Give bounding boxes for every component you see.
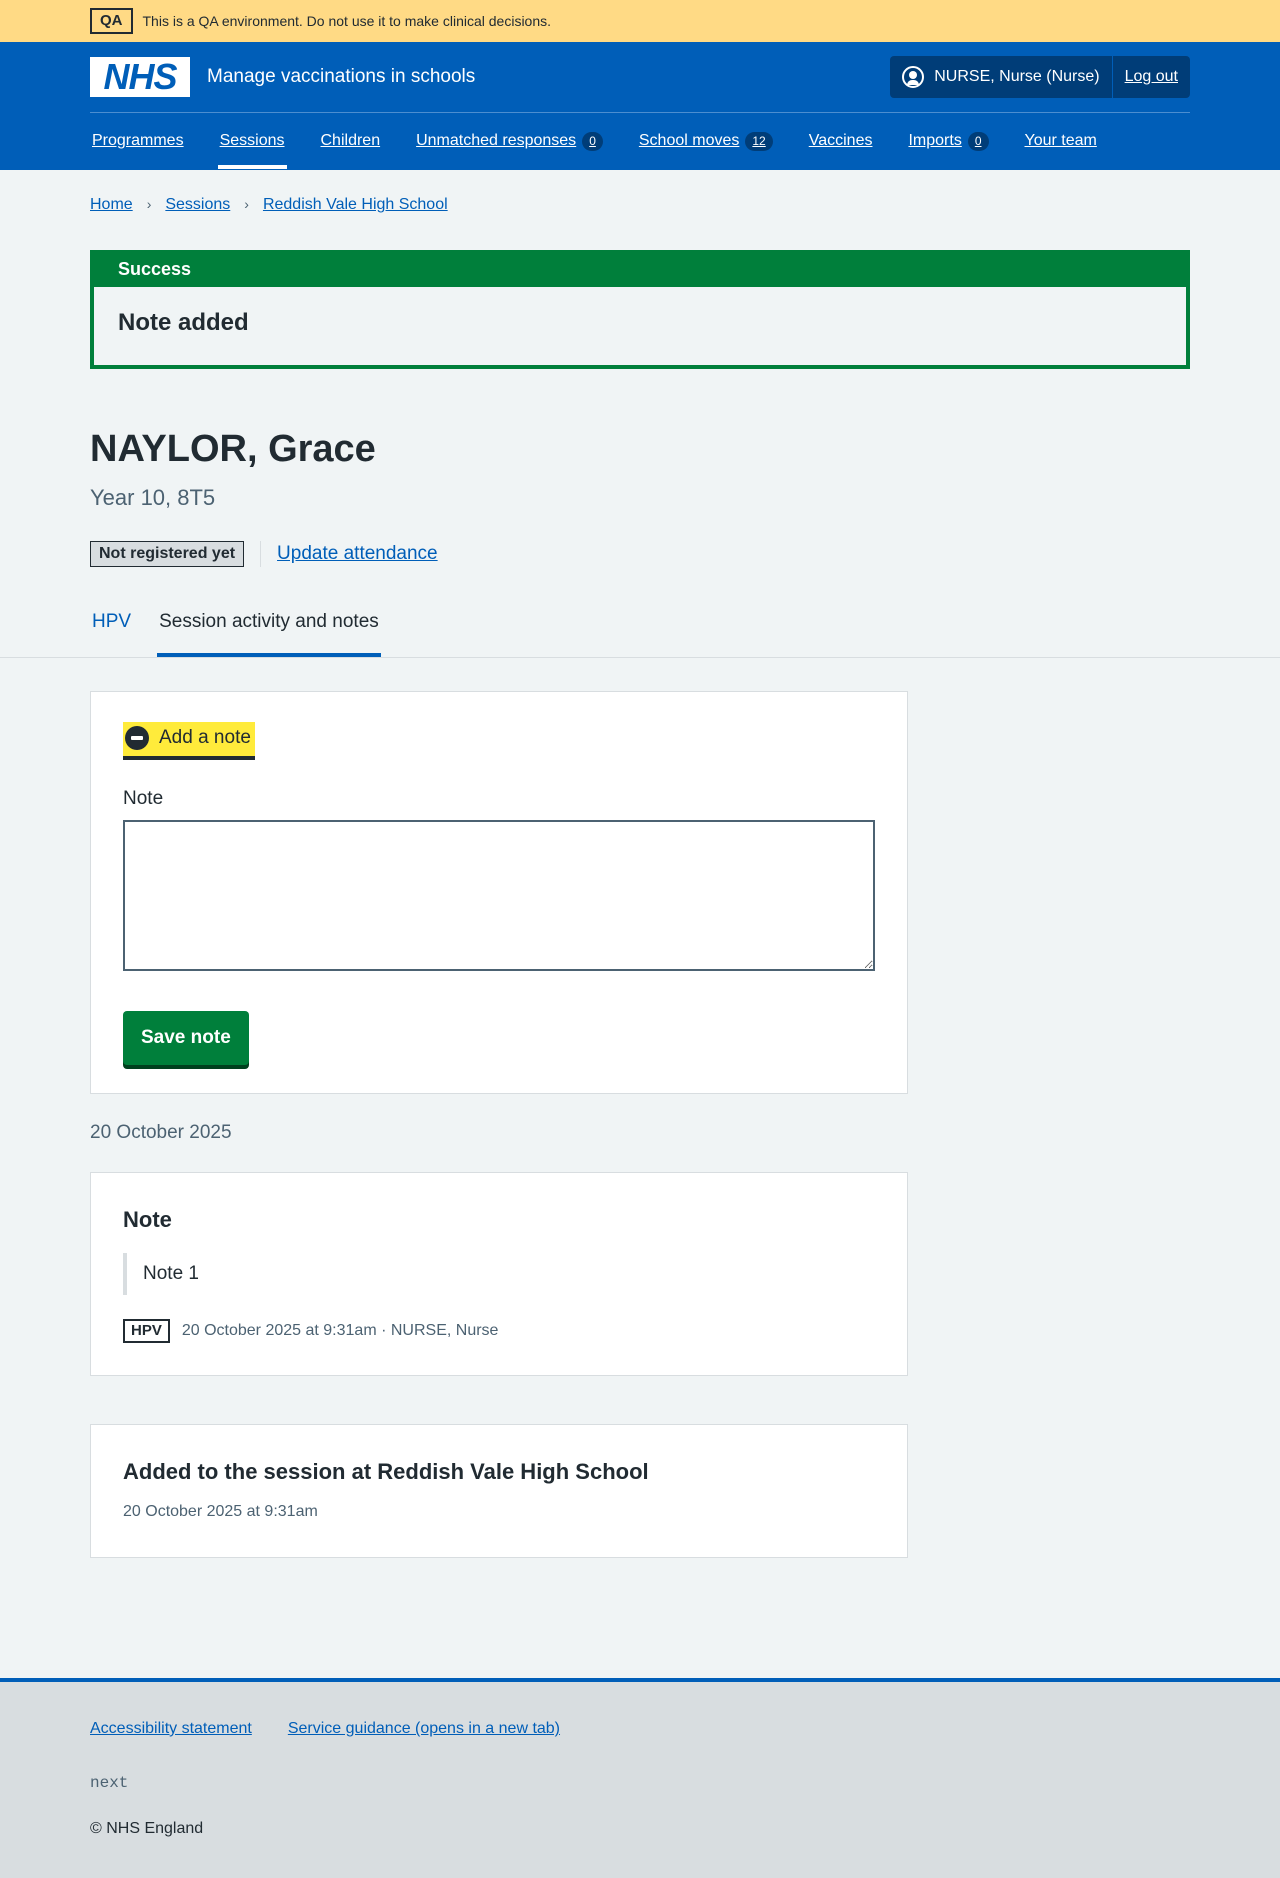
note-card-title: Note xyxy=(123,1207,172,1232)
breadcrumb-home[interactable]: Home xyxy=(90,196,133,214)
nav-label: Your team xyxy=(1024,132,1097,149)
nav-imports[interactable]: Imports 0 xyxy=(906,113,990,169)
chevron-right-icon: › xyxy=(146,196,152,212)
status-badge: Not registered yet xyxy=(90,541,245,567)
note-card: Note Note 1 HPV 20 October 2025 at 9:31a… xyxy=(90,1172,908,1376)
account-user-name: NURSE, Nurse (Nurse) xyxy=(934,68,1100,85)
activity-date-heading: 20 October 2025 xyxy=(90,1122,232,1143)
nav-count-badge: 12 xyxy=(745,131,773,151)
user-icon xyxy=(902,66,925,88)
nav-label: Vaccines xyxy=(808,132,873,149)
success-heading: Success xyxy=(94,254,1186,287)
event-card: Added to the session at Reddish Vale Hig… xyxy=(90,1424,908,1558)
nhs-logo[interactable]: NHS xyxy=(90,57,190,97)
nhs-logo-text: NHS xyxy=(103,56,177,97)
update-attendance-link[interactable]: Update attendance xyxy=(277,543,438,565)
nav-your-team[interactable]: Your team xyxy=(1023,113,1099,169)
footer-link-accessibility[interactable]: Accessibility statement xyxy=(90,1720,252,1738)
footer-links: Accessibility statement Service guidance… xyxy=(90,1720,1190,1738)
activity-section: Add a note Note Save note 20 October 202… xyxy=(90,691,1190,1558)
account-menu: NURSE, Nurse (Nurse) Log out xyxy=(890,56,1190,98)
nav-children[interactable]: Children xyxy=(319,113,383,169)
nav-count-badge: 0 xyxy=(582,131,603,151)
primary-nav: Programmes Sessions Children Unmatched r… xyxy=(90,113,1190,169)
nav-label: Imports xyxy=(908,132,962,149)
add-note-card: Add a note Note Save note xyxy=(90,691,908,1094)
logout-link[interactable]: Log out xyxy=(1113,56,1190,98)
nav-vaccines[interactable]: Vaccines xyxy=(807,113,875,169)
status-row: Not registered yet Update attendance xyxy=(90,541,1190,567)
success-banner: Success Note added xyxy=(90,250,1190,369)
breadcrumb-sessions[interactable]: Sessions xyxy=(165,196,230,214)
nav-label: Sessions xyxy=(219,132,285,149)
footer-link-service-guidance[interactable]: Service guidance (opens in a new tab) xyxy=(288,1720,560,1738)
save-note-button[interactable]: Save note xyxy=(123,1011,249,1065)
nav-label: Programmes xyxy=(92,132,184,149)
footer-copyright: © NHS England xyxy=(90,1820,204,1837)
nav-label: School moves xyxy=(638,132,740,149)
person-caption: Year 10, 8T5 xyxy=(90,485,216,510)
nav-programmes[interactable]: Programmes xyxy=(90,113,186,169)
nav-label: Unmatched responses xyxy=(416,132,577,149)
note-meta: HPV 20 October 2025 at 9:31am · NURSE, N… xyxy=(123,1319,875,1343)
qa-banner: QA This is a QA environment. Do not use … xyxy=(0,0,1280,42)
page-title: NAYLOR, Grace xyxy=(90,428,376,470)
event-title: Added to the session at Reddish Vale Hig… xyxy=(123,1459,649,1484)
nav-count-badge: 0 xyxy=(967,131,989,151)
note-body: Note 1 xyxy=(123,1253,875,1295)
site-header: NHS Manage vaccinations in schools NURSE… xyxy=(0,42,1280,170)
breadcrumb: Home › Sessions › Reddish Vale High Scho… xyxy=(90,170,1190,250)
nav-school-moves[interactable]: School moves 12 xyxy=(637,113,775,169)
footer-version: next xyxy=(90,1774,129,1792)
qa-banner-text: This is a QA environment. Do not use it … xyxy=(142,13,552,29)
event-time: 20 October 2025 at 9:31am xyxy=(123,1503,318,1520)
programme-tag: HPV xyxy=(123,1319,170,1343)
site-footer: Accessibility statement Service guidance… xyxy=(0,1678,1280,1878)
nav-sessions[interactable]: Sessions xyxy=(217,113,287,169)
note-meta-text: 20 October 2025 at 9:31am · NURSE, Nurse xyxy=(181,1322,499,1339)
qa-tag: QA xyxy=(90,8,133,34)
add-note-toggle[interactable]: Add a note xyxy=(123,722,255,760)
note-label: Note xyxy=(123,788,164,809)
chevron-right-icon: › xyxy=(244,196,249,212)
note-textarea[interactable] xyxy=(123,820,875,971)
service-name[interactable]: Manage vaccinations in schools xyxy=(207,66,475,88)
minus-circle-icon xyxy=(125,726,149,750)
main-content: Home › Sessions › Reddish Vale High Scho… xyxy=(90,170,1190,567)
nav-label: Children xyxy=(320,132,381,149)
success-message: Note added xyxy=(94,287,1186,365)
breadcrumb-school[interactable]: Reddish Vale High School xyxy=(263,196,448,214)
tab-session-activity[interactable]: Session activity and notes xyxy=(157,603,381,657)
nav-unmatched-responses[interactable]: Unmatched responses 0 xyxy=(414,113,605,169)
add-note-toggle-label: Add a note xyxy=(159,727,251,748)
account-user: NURSE, Nurse (Nurse) xyxy=(890,56,1113,98)
divider xyxy=(260,541,262,567)
tabs-bar: HPV Session activity and notes xyxy=(0,603,1280,658)
tab-hpv[interactable]: HPV xyxy=(90,603,133,657)
